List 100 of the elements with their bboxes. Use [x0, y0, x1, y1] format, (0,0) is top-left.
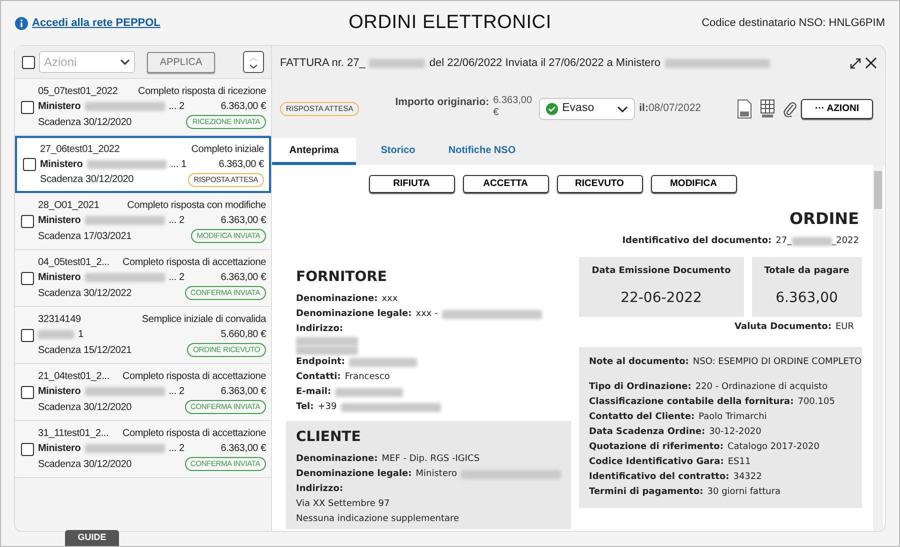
recipient-code: Codice destinatario NSO: HNLG6PIM	[700, 16, 885, 31]
order-code: 28_O01_2021	[38, 199, 100, 212]
currency-label: Valuta Documento:	[734, 321, 832, 334]
field-label: Codice Identificativo Gara:	[589, 456, 724, 468]
field-value: 700.105	[798, 396, 835, 408]
pdf-file-icon[interactable]	[736, 99, 752, 119]
field-label: E-mail:	[296, 386, 332, 398]
field-value: Francesco	[344, 370, 390, 384]
document-action-button[interactable]: MODIFICA	[650, 175, 736, 193]
order-party: Ministero	[38, 385, 81, 398]
section-title: FORNITORE	[296, 268, 388, 286]
close-icon[interactable]	[865, 57, 877, 69]
order-type: Completo risposta con modifiche	[127, 199, 266, 212]
paperclip-icon[interactable]	[782, 101, 797, 117]
order-amount: 6.363,00 €	[220, 385, 266, 398]
order-checkbox[interactable]	[21, 442, 34, 456]
field-label: Tipo di Ordinazione:	[589, 380, 692, 394]
amount-label: Importo originario:	[395, 95, 490, 110]
document-id: 27_ _2022	[776, 235, 859, 248]
redacted-text	[296, 336, 358, 346]
order-type: Semplice iniziale di convalida	[142, 313, 266, 326]
order-due-date: Scadenza 15/12/2021	[38, 344, 132, 356]
section-title: CLIENTE	[296, 428, 362, 446]
box-value: 6.363,00	[776, 289, 838, 308]
scrollbar[interactable]	[873, 165, 883, 531]
id-label: Identificativo del documento:	[622, 235, 772, 248]
document-action-button[interactable]: RICEVUTO	[556, 175, 642, 193]
order-type: Completo iniziale	[191, 142, 264, 156]
order-amount: 5.660,80 €	[220, 328, 266, 341]
field-value: MEF - Dip. RGS -IGICS	[382, 452, 480, 466]
order-count: ... 2	[168, 271, 184, 284]
field-label: Quotazione di riferimento:	[589, 440, 724, 454]
expand-icon[interactable]	[850, 58, 861, 68]
field-value: 34322	[733, 470, 762, 484]
order-code: 05_07test01_2022	[38, 85, 118, 98]
field-label: Indirizzo:	[296, 322, 344, 336]
order-amount: 6.363,00 €	[220, 100, 266, 113]
order-type: Completo risposta di accettazione	[122, 256, 266, 269]
field-value: xxx	[382, 292, 398, 306]
order-party: Ministero	[38, 214, 81, 227]
invoice-title: del 22/06/2022 Inviata il 27/06/2022 a Ministero	[429, 56, 661, 71]
select-all-checkbox[interactable]	[22, 56, 35, 68]
order-due-date: Scadenza 30/12/2020	[38, 400, 132, 414]
order-type: Completo risposta di accettazione	[122, 370, 266, 383]
order-checkbox[interactable]	[21, 272, 34, 284]
document-action-button[interactable]: ACCETTA	[462, 175, 548, 193]
tab[interactable]: Anteprima	[272, 138, 356, 165]
field-label: Note al documento:	[589, 356, 689, 368]
info-link[interactable]: Accedi alla rete PEPPOL	[15, 14, 295, 32]
field-label: Denominazione:	[296, 292, 378, 306]
field-value: 30 giorni fattura	[707, 486, 781, 498]
address-line: Nessuna indicazione supplementare	[296, 512, 460, 526]
order-checkbox[interactable]	[21, 386, 34, 398]
order-checkbox[interactable]	[21, 328, 34, 342]
sort-button[interactable]	[243, 51, 264, 73]
actions-button[interactable]: ··· AZIONI	[800, 99, 873, 119]
document-action-button[interactable]: RIFIUTA	[368, 175, 454, 193]
order-due-date: Scadenza 30/12/2020	[38, 116, 132, 128]
xml-grid-icon[interactable]	[760, 99, 775, 119]
order-amount: 6.363,00 €	[218, 158, 264, 170]
redacted-text	[792, 237, 832, 246]
order-due-date: Scadenza 30/12/2020	[40, 173, 134, 186]
scrollbar-thumb[interactable]	[874, 171, 882, 209]
info-icon	[15, 16, 28, 30]
status-select[interactable]: Evaso	[539, 98, 636, 120]
order-due-date: Scadenza 30/12/2022	[38, 286, 132, 300]
field-label: Denominazione legale:	[296, 308, 412, 320]
apply-button[interactable]: APPLICA	[147, 52, 215, 72]
address-line: Via XX Settembre 97	[296, 498, 390, 510]
box-label: Totale da pagare	[764, 264, 850, 278]
order-code: 21_04test01_2...	[38, 370, 110, 383]
order-due-date: Scadenza 17/03/2021	[38, 230, 132, 242]
field-label: Tel:	[296, 400, 314, 414]
field-value: Paolo Trimarchi	[698, 410, 767, 424]
field-value: 220 - Ordinazione di acquisto	[695, 380, 828, 394]
order-checkbox[interactable]	[21, 100, 34, 114]
redacted-text	[296, 346, 358, 354]
order-party: Ministero	[38, 442, 81, 455]
guide-tab[interactable]: GUIDE	[65, 530, 119, 546]
order-count: ... 2	[168, 214, 184, 227]
order-type: Completo risposta di accettazione	[122, 427, 266, 440]
order-amount: 6.363,00 €	[220, 271, 266, 284]
field-label: Identificativo del contratto:	[589, 470, 730, 484]
order-party: Ministero	[38, 271, 81, 284]
field-value: Catalogo 2017-2020	[727, 440, 820, 454]
tab[interactable]: Storico	[356, 138, 440, 165]
order-checkbox[interactable]	[21, 214, 34, 228]
order-party: Ministero	[38, 100, 81, 113]
order-party: Ministero	[40, 158, 83, 170]
field-value: xxx -	[416, 308, 438, 320]
check-circle-icon	[546, 103, 558, 115]
redacted-text	[369, 58, 426, 68]
sort-icon	[249, 56, 258, 69]
tab[interactable]: Notifiche NSO	[440, 138, 524, 165]
order-code: 32314149	[38, 313, 81, 326]
order-due-date: Scadenza 30/12/2020	[38, 458, 132, 470]
date-label: il:	[639, 101, 648, 116]
field-label: Termini di pagamento:	[589, 486, 704, 498]
order-checkbox[interactable]	[23, 158, 36, 171]
field-label: Endpoint:	[296, 356, 346, 368]
